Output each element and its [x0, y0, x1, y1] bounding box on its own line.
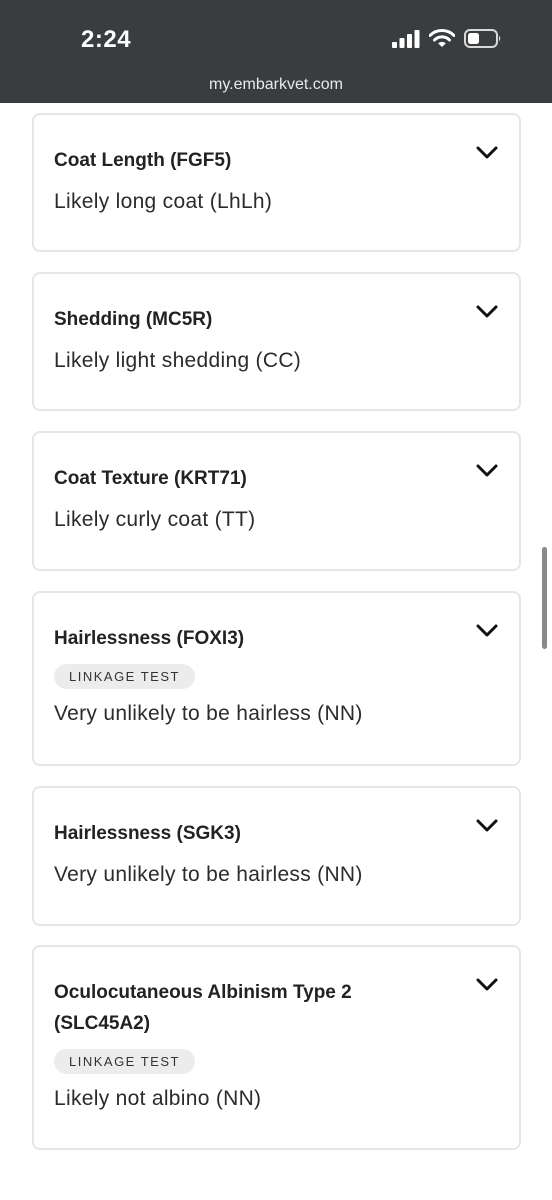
- chevron-down-icon[interactable]: [475, 623, 499, 639]
- trait-result: Likely long coat (LhLh): [54, 190, 273, 213]
- status-icons: [392, 29, 502, 48]
- trait-list[interactable]: Coat Length (FGF5) Likely long coat (LhL…: [0, 103, 552, 1200]
- trait-title: Hairlessness (FOXI3): [54, 628, 245, 649]
- chevron-down-icon[interactable]: [475, 145, 499, 161]
- chevron-down-icon[interactable]: [475, 463, 499, 479]
- trait-card-coat-length[interactable]: Coat Length (FGF5) Likely long coat (LhL…: [32, 113, 521, 252]
- linkage-test-badge: LINKAGE TEST: [54, 1049, 195, 1074]
- wifi-icon: [429, 29, 455, 47]
- trait-result: Likely light shedding (CC): [54, 349, 302, 372]
- trait-title: Coat Length (FGF5): [54, 150, 232, 171]
- trait-card-coat-texture[interactable]: Coat Texture (KRT71) Likely curly coat (…: [32, 431, 521, 571]
- status-time: 2:24: [81, 26, 132, 53]
- trait-result: Likely not albino (NN): [54, 1087, 262, 1110]
- trait-card-hairlessness-sgk3[interactable]: Hairlessness (SGK3) Very unlikely to be …: [32, 786, 521, 926]
- trait-card-shedding[interactable]: Shedding (MC5R) Likely light shedding (C…: [32, 272, 521, 411]
- linkage-test-badge: LINKAGE TEST: [54, 664, 195, 689]
- trait-title: Oculocutaneous Albinism Type 2 (SLC45A2): [54, 977, 449, 1039]
- status-bar: 2:24 my.embarkvet.com: [0, 0, 552, 103]
- trait-title: Hairlessness (SGK3): [54, 823, 241, 844]
- trait-title-line-1: Oculocutaneous Albinism Type 2: [54, 982, 352, 1003]
- chevron-down-icon[interactable]: [475, 977, 499, 993]
- scrollbar-thumb[interactable]: [542, 547, 547, 649]
- trait-title-line-2: (SLC45A2): [54, 1013, 151, 1034]
- url-bar[interactable]: my.embarkvet.com: [0, 76, 552, 94]
- trait-title: Shedding (MC5R): [54, 309, 213, 330]
- trait-card-hairlessness-foxi3[interactable]: Hairlessness (FOXI3) LINKAGE TEST Very u…: [32, 591, 521, 766]
- cellular-signal-icon: [392, 29, 420, 48]
- chevron-down-icon[interactable]: [475, 818, 499, 834]
- trait-result: Very unlikely to be hairless (NN): [54, 702, 363, 725]
- trait-title: Coat Texture (KRT71): [54, 468, 247, 489]
- trait-result: Likely curly coat (TT): [54, 508, 256, 531]
- trait-result: Very unlikely to be hairless (NN): [54, 863, 363, 886]
- battery-icon: [464, 29, 501, 48]
- trait-card-albinism[interactable]: Oculocutaneous Albinism Type 2 (SLC45A2)…: [32, 945, 521, 1150]
- chevron-down-icon[interactable]: [475, 304, 499, 320]
